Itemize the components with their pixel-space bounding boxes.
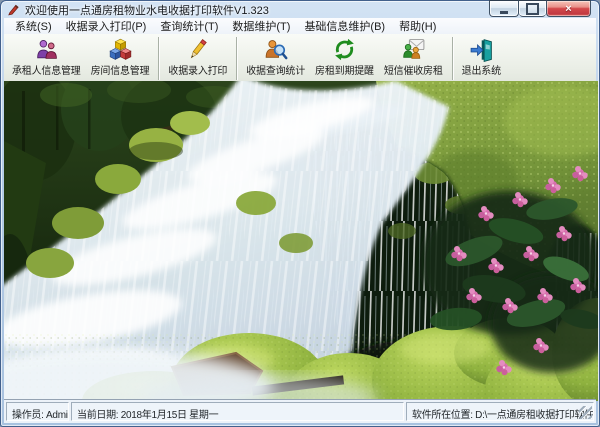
toolbar-label: 退出系统 — [461, 66, 501, 77]
pencil-icon — [191, 39, 208, 59]
maximize-button[interactable] — [519, 0, 546, 17]
search-person-icon — [265, 40, 288, 60]
tenants-icon — [37, 40, 57, 59]
menu-help[interactable]: 帮助(H) — [392, 17, 443, 36]
toolbar-receipt-entry-button[interactable]: 收据录入打印 — [163, 36, 232, 78]
toolbar-exit-button[interactable]: 退出系统 — [457, 36, 506, 78]
toolbar-label: 收据录入打印 — [168, 66, 228, 77]
exit-door-icon — [470, 39, 492, 62]
close-button[interactable]: × — [546, 0, 591, 17]
menu-bar: 系统(S) 收据录入打印(P) 查询统计(T) 数据维护(T) 基础信息维护(B… — [4, 18, 596, 35]
toolbar-label: 短信催收房租 — [383, 66, 443, 77]
waterfall-photo — [4, 81, 598, 401]
minimize-button[interactable] — [489, 0, 519, 17]
toolbar-sms-collect-button[interactable]: 短信催收房租 — [379, 36, 448, 78]
rooms-cubes-icon — [109, 38, 132, 60]
maximize-icon — [526, 2, 539, 15]
toolbar-tenant-info-button[interactable]: 承租人信息管理 — [7, 36, 86, 78]
window-title: 欢迎使用一点通房租物业水电收据打印软件V1.323 — [25, 4, 269, 17]
status-location: 软件所在位置: D:\一点通房租收据打印软件\一点 — [406, 402, 594, 421]
window-controls: × — [489, 0, 591, 17]
toolbar-label: 收据查询统计 — [246, 66, 306, 77]
toolbar-rent-due-reminder-button[interactable]: 房租到期提醒 — [310, 36, 379, 78]
toolbar-label: 承租人信息管理 — [12, 66, 81, 77]
status-operator: 操作员: Admin — [6, 402, 69, 421]
toolbar-separator — [451, 37, 453, 80]
recycle-reminder-icon — [335, 38, 354, 61]
toolbar-room-info-button[interactable]: 房间信息管理 — [86, 36, 155, 78]
title-bar[interactable]: 欢迎使用一点通房租物业水电收据打印软件V1.323 × — [1, 0, 599, 18]
toolbar-receipt-search-button[interactable]: 收据查询统计 — [241, 36, 310, 78]
toolbar-separator — [236, 37, 238, 80]
status-bar: 操作员: Admin 当前日期: 2018年1月15日 星期一 软件所在位置: … — [4, 399, 596, 423]
menu-system[interactable]: 系统(S) — [8, 17, 59, 36]
toolbar-label: 房间信息管理 — [90, 66, 150, 77]
status-date: 当前日期: 2018年1月15日 星期一 — [71, 402, 404, 421]
waterfall-scene — [4, 81, 598, 401]
app-window: 欢迎使用一点通房租物业水电收据打印软件V1.323 × 系统(S) 收据录入打印… — [0, 0, 600, 427]
toolbar-separator — [158, 37, 160, 80]
resize-grip[interactable] — [579, 406, 592, 419]
menu-receipt-entry-print[interactable]: 收据录入打印(P) — [59, 17, 154, 36]
toolbar: 承租人信息管理 房间信息管理 收据录入打印 收据查询统计 房租到期提醒 短信催收… — [4, 34, 596, 84]
close-icon: × — [565, 2, 572, 15]
menu-data-maintenance[interactable]: 数据维护(T) — [225, 17, 297, 36]
menu-query-stats[interactable]: 查询统计(T) — [153, 17, 225, 36]
sms-envelope-icon — [403, 39, 425, 59]
toolbar-label: 房租到期提醒 — [315, 66, 374, 77]
minimize-icon — [500, 10, 508, 14]
status-location-text: 软件所在位置: D:\一点通房租收据打印软件\一点 — [412, 410, 593, 421]
menu-base-info-maintenance[interactable]: 基础信息维护(B) — [297, 17, 392, 36]
pen-icon — [8, 4, 19, 16]
